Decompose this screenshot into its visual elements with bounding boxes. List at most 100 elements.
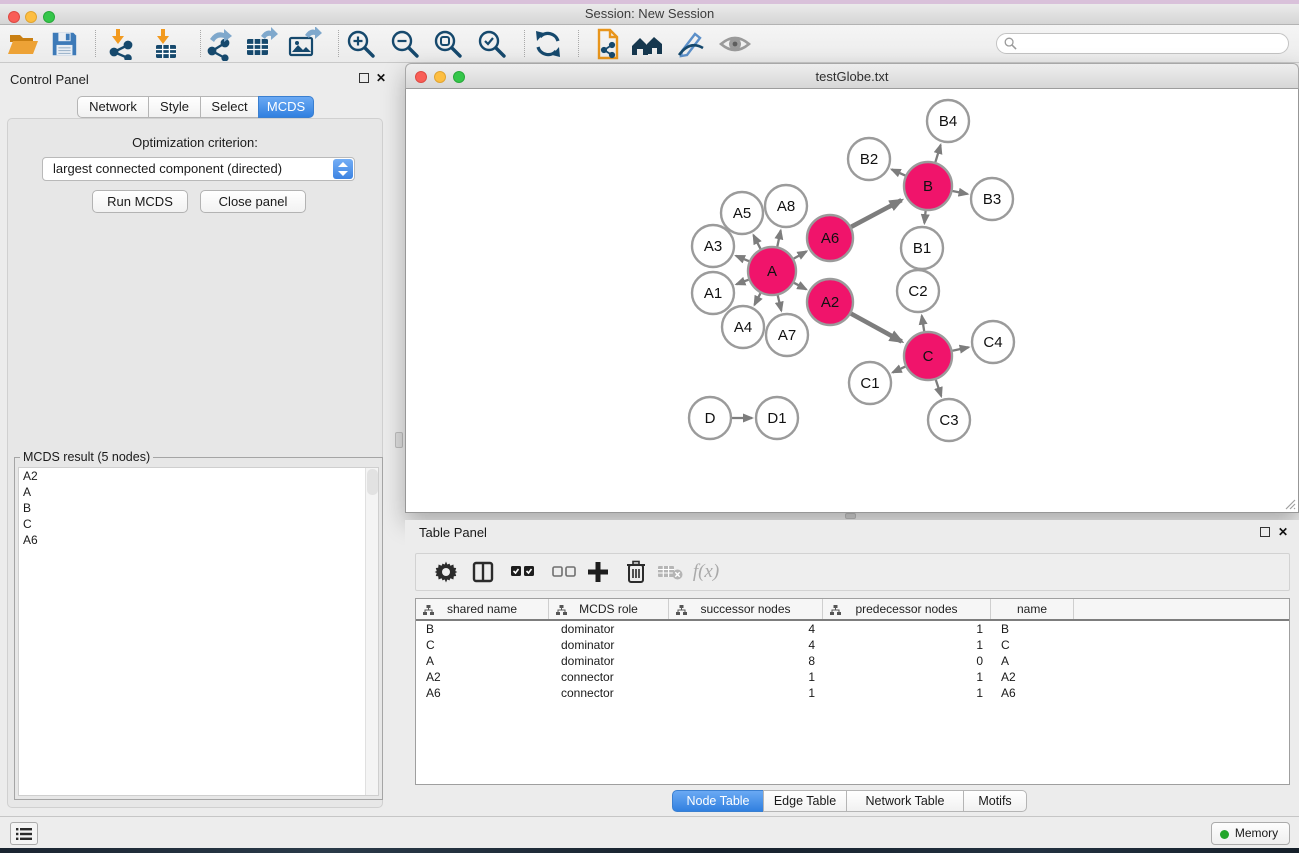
table-cell[interactable]: 1 — [823, 669, 991, 685]
vertical-splitter-handle[interactable] — [395, 432, 403, 448]
zoom-fit-icon[interactable] — [429, 25, 467, 63]
mcds-result-item[interactable]: C — [19, 516, 378, 532]
add-row-icon[interactable] — [580, 554, 616, 590]
table-cell[interactable]: A2 — [416, 669, 549, 685]
table-cell[interactable]: 4 — [669, 621, 823, 637]
node-C2[interactable]: C2 — [897, 270, 939, 312]
table-cell[interactable]: 1 — [669, 685, 823, 701]
node-B3[interactable]: B3 — [971, 178, 1013, 220]
table-cell[interactable]: B — [416, 621, 549, 637]
edge-B-B3[interactable] — [953, 191, 968, 194]
export-table-icon[interactable] — [242, 25, 280, 63]
select-all-columns-icon[interactable] — [505, 554, 541, 590]
edge-C-C2[interactable] — [922, 316, 924, 332]
column-header-MCDS-role[interactable]: MCDS role — [549, 599, 669, 619]
table-panel-float-icon[interactable] — [1260, 527, 1270, 537]
table-panel-close-icon[interactable]: ✕ — [1278, 526, 1288, 538]
node-A6[interactable]: A6 — [807, 215, 853, 261]
node-D[interactable]: D — [689, 397, 731, 439]
network-canvas[interactable]: B4B2BB3A8A5A6A3B1AC2A1A2A4A7C4CC1C3DD1 — [405, 89, 1299, 513]
edge-A-A4[interactable] — [755, 293, 761, 305]
memory-button[interactable]: Memory — [1211, 822, 1290, 845]
import-network-icon[interactable] — [102, 25, 140, 63]
settings-gear-icon[interactable] — [428, 554, 464, 590]
horizontal-splitter-handle[interactable] — [845, 513, 856, 519]
tab-edge-table[interactable]: Edge Table — [763, 790, 847, 812]
table-row[interactable]: A2connector11A2 — [416, 669, 1289, 685]
tab-mcds[interactable]: MCDS — [258, 96, 314, 118]
network-graph[interactable]: B4B2BB3A8A5A6A3B1AC2A1A2A4A7C4CC1C3DD1 — [406, 89, 1298, 511]
open-file-icon[interactable] — [4, 25, 42, 63]
table-cell[interactable]: dominator — [549, 621, 669, 637]
control-panel-float-icon[interactable] — [359, 73, 369, 83]
edge-A-A1[interactable] — [736, 280, 748, 285]
zoom-selected-icon[interactable] — [473, 25, 511, 63]
function-builder-icon[interactable]: f(x) — [688, 554, 724, 590]
network-zoom-button[interactable] — [453, 71, 465, 83]
optimization-criterion-select[interactable]: largest connected component (directed) — [42, 157, 355, 181]
table-row[interactable]: A6connector11A6 — [416, 685, 1289, 701]
edge-C-C3[interactable] — [936, 380, 941, 396]
app-minimize-button[interactable] — [25, 11, 37, 23]
table-cell[interactable]: 4 — [669, 637, 823, 653]
export-network-icon[interactable] — [200, 25, 238, 63]
app-zoom-button[interactable] — [43, 11, 55, 23]
table-cell[interactable]: 1 — [823, 637, 991, 653]
control-panel-close-icon[interactable]: ✕ — [376, 72, 386, 84]
table-cell[interactable]: C — [416, 637, 549, 653]
edge-B-B2[interactable] — [892, 169, 906, 175]
node-C4[interactable]: C4 — [972, 321, 1014, 363]
table-row[interactable]: Bdominator41B — [416, 621, 1289, 637]
edge-A-A3[interactable] — [736, 256, 749, 261]
birdseye-view-icon[interactable] — [716, 25, 754, 63]
save-session-icon[interactable] — [45, 25, 83, 63]
column-header-successor-nodes[interactable]: successor nodes — [669, 599, 823, 619]
network-window-titlebar[interactable]: testGlobe.txt — [405, 63, 1299, 89]
table-cell[interactable]: B — [991, 621, 1074, 637]
edge-A-A5[interactable] — [754, 235, 761, 249]
table-cell[interactable]: 0 — [823, 653, 991, 669]
network-close-button[interactable] — [415, 71, 427, 83]
column-header-predecessor-nodes[interactable]: predecessor nodes — [823, 599, 991, 619]
zoom-out-icon[interactable] — [386, 25, 424, 63]
tab-select[interactable]: Select — [200, 96, 259, 118]
edge-B-B4[interactable] — [935, 145, 940, 162]
mcds-result-list[interactable]: A2ABCA6 — [18, 467, 379, 796]
network-minimize-button[interactable] — [434, 71, 446, 83]
node-A8[interactable]: A8 — [765, 185, 807, 227]
node-C[interactable]: C — [904, 332, 952, 380]
node-A3[interactable]: A3 — [692, 225, 734, 267]
table-row[interactable]: Adominator80A — [416, 653, 1289, 669]
node-A5[interactable]: A5 — [721, 192, 763, 234]
mcds-result-item[interactable]: A — [19, 484, 378, 500]
column-header-shared-name[interactable]: shared name — [416, 599, 549, 619]
table-cell[interactable]: A — [416, 653, 549, 669]
table-cell[interactable]: A2 — [991, 669, 1074, 685]
node-A4[interactable]: A4 — [722, 306, 764, 348]
export-image-icon[interactable] — [285, 25, 323, 63]
tab-node-table[interactable]: Node Table — [672, 790, 764, 812]
table-cell[interactable]: 1 — [823, 685, 991, 701]
edge-A-A6[interactable] — [794, 251, 807, 258]
node-B1[interactable]: B1 — [901, 227, 943, 269]
table-cell[interactable]: A6 — [416, 685, 549, 701]
import-table-icon[interactable] — [147, 25, 185, 63]
show-columns-icon[interactable] — [465, 554, 501, 590]
mcds-result-item[interactable]: B — [19, 500, 378, 516]
refresh-icon[interactable] — [529, 25, 567, 63]
deselect-all-columns-icon[interactable] — [546, 554, 582, 590]
edge-A-A8[interactable] — [777, 230, 780, 246]
table-row[interactable]: Cdominator41C — [416, 637, 1289, 653]
run-mcds-button[interactable]: Run MCDS — [92, 190, 188, 213]
network-from-document-icon[interactable] — [587, 25, 625, 63]
table-cell[interactable]: dominator — [549, 637, 669, 653]
table-cell[interactable]: C — [991, 637, 1074, 653]
node-C3[interactable]: C3 — [928, 399, 970, 441]
edge-A6-B[interactable] — [851, 200, 901, 227]
tab-network-table[interactable]: Network Table — [846, 790, 964, 812]
node-A1[interactable]: A1 — [692, 272, 734, 314]
table-cell[interactable]: dominator — [549, 653, 669, 669]
table-cell[interactable]: 8 — [669, 653, 823, 669]
edge-C-C4[interactable] — [952, 347, 968, 350]
delete-rows-icon[interactable] — [618, 554, 654, 590]
